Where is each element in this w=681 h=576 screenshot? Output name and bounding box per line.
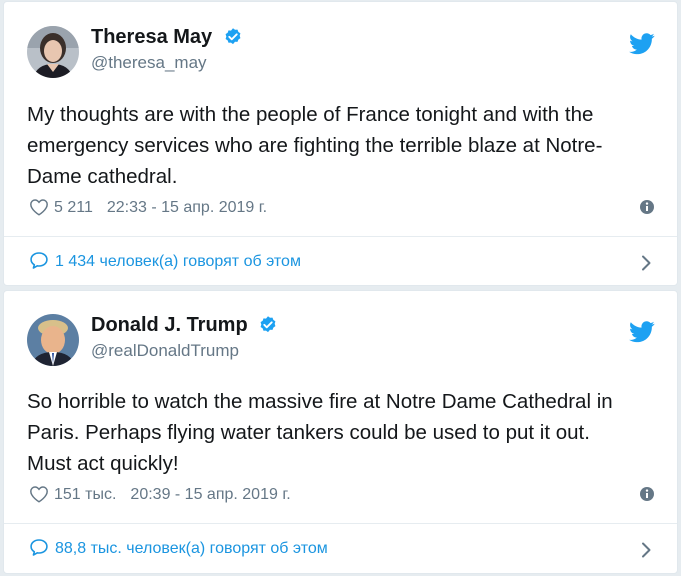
tweet-card-donald-trump: Donald J. Trump @realDonaldTrump So horr… — [3, 290, 678, 574]
tweet-meta: 151 тыс. 20:39 - 15 апр. 2019 г. — [29, 484, 655, 506]
chevron-right-icon[interactable] — [641, 541, 651, 558]
tweet-text: My thoughts are with the people of Franc… — [27, 103, 603, 188]
author-names: Theresa May @theresa_may — [91, 24, 243, 74]
heart-icon[interactable] — [29, 198, 49, 216]
user-handle[interactable]: @realDonaldTrump — [91, 340, 278, 362]
speech-bubble-icon — [29, 251, 49, 270]
avatar[interactable] — [27, 314, 79, 366]
tweet-text: So horrible to watch the massive fire at… — [27, 390, 613, 475]
avatar[interactable] — [27, 26, 79, 78]
user-handle[interactable]: @theresa_may — [91, 52, 243, 74]
tweet-meta: 5 211 22:33 - 15 апр. 2019 г. — [29, 197, 655, 219]
speech-bubble-icon — [29, 538, 49, 557]
heart-icon[interactable] — [29, 485, 49, 503]
tweet-header: Donald J. Trump @realDonaldTrump — [27, 312, 657, 372]
verified-badge-icon — [258, 315, 278, 335]
divider — [4, 236, 677, 237]
author-names: Donald J. Trump @realDonaldTrump — [91, 312, 278, 362]
replies-link-label: 1 434 человек(а) говорят об этом — [55, 253, 301, 270]
like-count: 5 211 — [54, 199, 93, 216]
tweet-header: Theresa May @theresa_may — [27, 24, 657, 84]
display-name[interactable]: Donald J. Trump — [91, 312, 248, 338]
timestamp[interactable]: 22:33 - 15 апр. 2019 г. — [107, 197, 267, 219]
twitter-bird-icon[interactable] — [629, 321, 655, 343]
verified-badge-icon — [223, 27, 243, 47]
replies-link[interactable]: 88,8 тыс. человек(а) говорят об этом — [29, 536, 651, 562]
info-icon[interactable] — [639, 486, 655, 502]
twitter-bird-icon[interactable] — [629, 33, 655, 55]
timestamp[interactable]: 20:39 - 15 апр. 2019 г. — [130, 484, 290, 506]
divider — [4, 523, 677, 524]
chevron-right-icon[interactable] — [641, 254, 651, 271]
info-icon[interactable] — [639, 199, 655, 215]
replies-link-label: 88,8 тыс. человек(а) говорят об этом — [55, 540, 328, 557]
display-name[interactable]: Theresa May — [91, 24, 212, 50]
tweet-feed: Theresa May @theresa_may My thoughts are… — [0, 0, 681, 576]
tweet-card-theresa-may: Theresa May @theresa_may My thoughts are… — [3, 1, 678, 286]
replies-link[interactable]: 1 434 человек(а) говорят об этом — [29, 249, 651, 275]
like-count: 151 тыс. — [54, 486, 117, 503]
